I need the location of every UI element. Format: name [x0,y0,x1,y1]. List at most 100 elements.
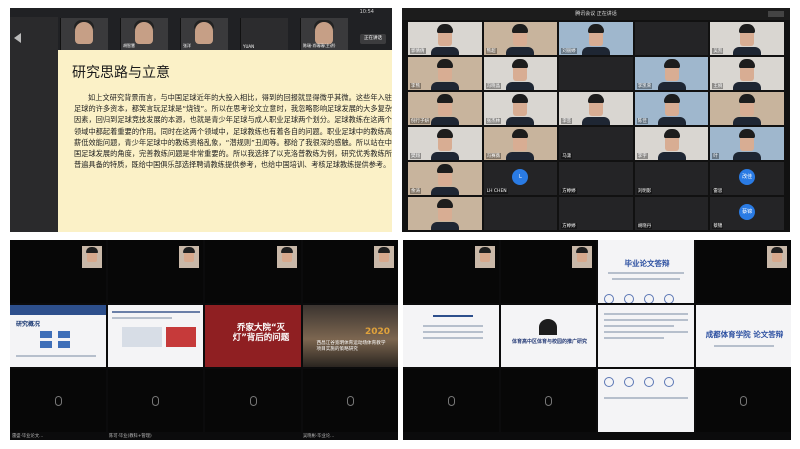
participant-tile[interactable]: 刘明影 [634,162,709,195]
avatar: 改佳 [739,168,756,185]
status-time: 10:54 [359,9,374,15]
video-cell-muted[interactable] [695,369,791,432]
video-cell[interactable] [10,240,106,303]
window-controls[interactable] [768,11,784,17]
meeting-window-shared-slide: 10:54 胡智慧 张洋 YUAN 陈瑞·肖瑞瑞(主讲) 正在讲话 研究思路与立… [10,8,392,232]
participant-name: 刘明影 [636,188,653,194]
participant-tile[interactable]: 倪行子妍 [408,92,482,125]
mic-off-icon [347,395,355,406]
participant-tile[interactable]: 叶 [710,127,784,160]
participant-tile[interactable]: 马潇 [559,127,633,160]
participant-name: 樊翔 [410,153,421,159]
shared-slide-thumb[interactable]: 体育高中区体育与校园的推广研究 [500,304,596,368]
participant-name: 李凯荣 [636,83,653,89]
avatar: L [512,168,529,185]
presentation-slide: 研究思路与立意 如上文研究背景而言，与中国足球近年的大投入相比，得到的回报就显得… [58,50,392,232]
video-cell[interactable] [107,240,203,303]
side-toolbar [10,17,58,232]
participant-tile[interactable]: 樊翔 [408,127,482,160]
participant-tile[interactable]: 冯赛薇 [483,127,558,160]
participant-name: 李宇 [636,153,648,159]
participant-tile[interactable]: L LH CHEN [483,162,558,195]
shared-slide-thumb[interactable] [403,304,499,368]
shared-slide-thumb[interactable]: 2020 西昌江谷宽明体育运动场体育教学项目实施的策略研究 [302,304,398,368]
participant-tile[interactable]: 李凯荣 [634,57,709,90]
participant-tile[interactable]: 陈佳 [634,92,709,125]
video-gallery: 郭倩倩 熊超 刘丽婷 吴凯李熊 冯晓晶 李凯荣 王婉倪行子妍 张杰林 李芸 陈佳樊翔 冯赛薇 马潇 李宇… [408,22,784,230]
participant-tile[interactable]: 王婉 [710,57,784,90]
video-cell-muted[interactable] [302,369,398,432]
participant-tile[interactable] [559,57,633,90]
participant-tile[interactable]: 吴凯 [710,22,784,55]
participant-name: 冯赛薇 [485,153,502,159]
participant-tile[interactable]: 余涛 [408,162,482,195]
participant-thumb[interactable]: 胡智慧 [120,18,168,50]
video-cell[interactable] [205,240,301,303]
shared-slide-thumb[interactable]: 乔家大院“灭灯”背后的问题 [205,304,301,368]
window-titlebar: 腾讯会议 正在讲话 [402,8,790,20]
video-cell-muted[interactable] [205,369,301,432]
participant-tile[interactable]: 李宇 [634,127,709,160]
slide-body: 如上文研究背景而言，与中国足球近年的大投入相比，得到的回报就显得微乎其微。这些年… [74,93,392,170]
video-cell-muted[interactable] [500,369,596,432]
participant-name: 胡晓丹 [636,223,653,229]
participant-tile[interactable]: 蔡锦 蔡锦 [710,197,784,230]
video-cell-muted[interactable] [403,369,499,432]
status-bar: 10:54 [10,8,392,17]
participant-name: 郭倩倩 [410,48,426,54]
shared-slide-thumb[interactable]: 成都体育学院 论文答辩 [695,304,791,368]
meeting-window-gallery: 腾讯会议 正在讲话 郭倩倩 熊超 刘丽婷 吴凯李熊 冯晓晶 李凯荣 王婉倪行子妍 张杰林 李芸 陈… [402,8,790,232]
video-cell-muted[interactable] [10,369,106,432]
participant-tile[interactable]: 改佳雷思 [710,162,784,195]
participant-tile[interactable] [483,197,558,230]
participant-thumb[interactable]: YUAN [240,18,288,50]
video-cell[interactable] [695,240,791,303]
participant-name: 马潇 [561,153,573,159]
video-cell[interactable] [403,240,499,303]
video-cell-muted[interactable] [107,369,203,432]
participant-name: 张杰林 [485,118,502,124]
participant-tile[interactable]: 郭倩倩 [408,22,482,55]
participant-name: 王婉 [712,83,724,89]
participant-thumb[interactable] [60,18,108,50]
mic-off-icon [447,395,455,406]
back-arrow-icon[interactable] [14,33,21,43]
participant-thumb[interactable]: 张洋 [180,18,228,50]
participant-name: 熊超 [485,48,497,54]
participant-tile[interactable]: 张杰林 [483,92,558,125]
video-cell[interactable] [500,240,596,303]
participant-name-strip: 雷盛·毕业论文... 陈可·毕业(教科+管理) 吴晓彬·毕业论... [10,432,398,440]
participant-name: 余涛 [410,188,421,194]
mic-off-icon [545,395,553,406]
meeting-window-grid-left: 研究概况 乔家大院“灭灯”背后的问题 2020 西昌江谷宽明体育运动场体育教学项… [10,240,398,440]
participant-tile[interactable]: 刘丽婷 [559,22,633,55]
mic-off-icon [54,395,62,406]
participant-tile[interactable]: 方婷婷 [559,197,633,230]
participant-tile[interactable] [710,92,784,125]
participant-tile[interactable]: 李熊 [408,57,482,90]
shared-slide-thumb[interactable] [598,369,694,432]
participant-tile[interactable]: 胡晓丹 [634,197,709,230]
participant-name: 蔡锦 [712,223,724,229]
video-cell[interactable] [302,240,398,303]
mic-off-icon [152,395,160,406]
participant-tile[interactable]: 冯晓晶 [483,57,558,90]
participant-tile[interactable]: 李芸 [559,92,633,125]
participant-tile[interactable] [634,22,709,55]
meeting-window-grid-right: 毕业论文答辩 体育高中区体育与校园的推广研究 成都体育学院 论文答辩 [403,240,791,440]
participant-name: 雷思 [712,188,724,194]
shared-slide-thumb[interactable] [598,304,694,368]
video-grid: 研究概况 乔家大院“灭灯”背后的问题 2020 西昌江谷宽明体育运动场体育教学项… [10,240,398,432]
shared-slide-thumb[interactable] [107,304,203,368]
mic-off-icon [740,395,748,406]
participant-tile[interactable]: 熊超 [483,22,558,55]
speaking-button[interactable]: 正在讲话 [360,34,386,44]
participant-tile[interactable]: 方婷婷 [559,162,633,195]
participant-thumb[interactable]: 陈瑞·肖瑞瑞(主讲) [300,18,348,50]
participant-name: 冯晓晶 [485,83,502,89]
shared-slide-thumb[interactable]: 毕业论文答辩 [598,240,694,303]
participant-tile[interactable] [408,197,482,230]
participant-name: 方婷婷 [561,188,577,194]
shared-slide-thumb[interactable]: 研究概况 [10,304,106,368]
avatar: 蔡锦 [739,203,756,220]
